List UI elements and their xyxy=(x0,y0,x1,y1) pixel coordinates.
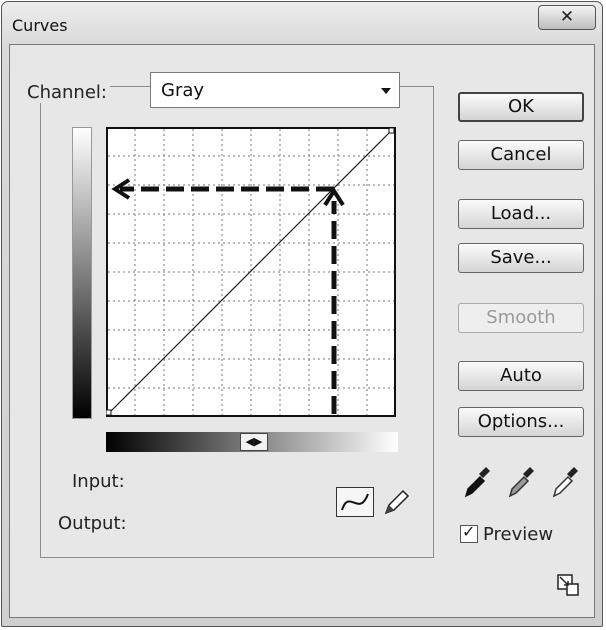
expand-icon[interactable] xyxy=(556,573,580,597)
input-label: Input: xyxy=(72,471,125,492)
pencil-icon[interactable] xyxy=(382,487,412,517)
check-icon: ✓ xyxy=(462,522,476,541)
output-gradient-bar xyxy=(72,127,92,419)
save-button[interactable]: Save... xyxy=(458,243,584,273)
curve-graph[interactable] xyxy=(106,127,396,417)
options-button[interactable]: Options... xyxy=(458,407,584,437)
chevron-down-icon xyxy=(381,88,391,94)
preview-label: Preview xyxy=(483,524,554,545)
title-bar: Curves ✕ xyxy=(2,2,602,44)
preview-checkbox[interactable]: ✓ xyxy=(460,522,478,543)
input-gradient-bar: ◀▶ xyxy=(106,432,398,452)
black-eyedropper-icon[interactable] xyxy=(462,464,492,500)
close-icon: ✕ xyxy=(559,7,575,27)
graph-frame xyxy=(106,127,396,417)
output-label: Output: xyxy=(58,513,127,534)
gray-eyedropper-icon[interactable] xyxy=(506,464,536,500)
ok-button[interactable]: OK xyxy=(458,92,584,122)
channel-label: Channel: xyxy=(24,82,110,103)
curve-point-white xyxy=(388,127,395,134)
curve-tool-icon[interactable] xyxy=(336,487,374,517)
close-button[interactable]: ✕ xyxy=(538,5,596,30)
channel-value: Gray xyxy=(161,80,205,101)
channel-select[interactable]: Gray xyxy=(150,72,400,108)
white-eyedropper-icon[interactable] xyxy=(550,464,580,500)
auto-button[interactable]: Auto xyxy=(458,361,584,391)
curves-dialog: Curves ✕ Channel: Gray ◀▶ Input: Output:… xyxy=(1,1,603,627)
curve-point-black xyxy=(106,409,112,416)
dialog-body: Channel: Gray ◀▶ Input: Output: OK Cance… xyxy=(9,44,595,618)
smooth-button[interactable]: Smooth xyxy=(458,303,584,333)
cancel-button[interactable]: Cancel xyxy=(458,140,584,170)
load-button[interactable]: Load... xyxy=(458,199,584,229)
window-title: Curves xyxy=(12,16,68,35)
gradient-toggle-icon[interactable]: ◀▶ xyxy=(240,433,268,451)
